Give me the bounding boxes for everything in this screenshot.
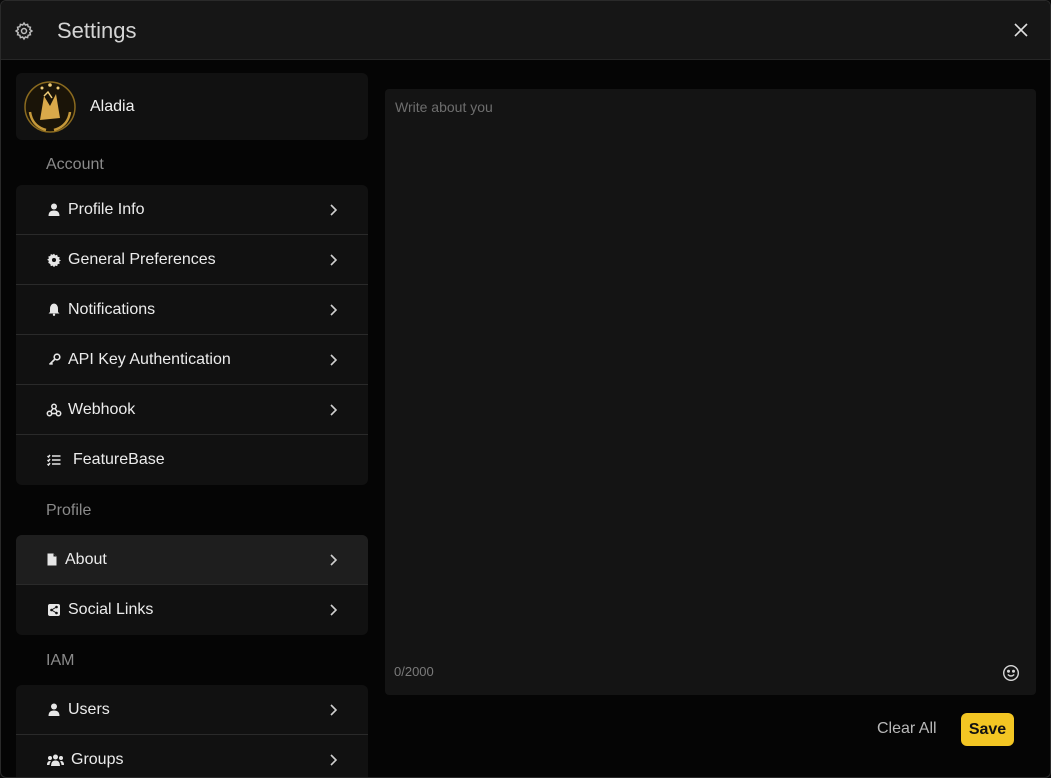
sidebar-item-api-key[interactable]: API Key Authentication (16, 335, 368, 385)
sidebar-item-label: Notifications (68, 300, 156, 318)
webhook-icon (46, 402, 62, 418)
page-title: Settings (57, 18, 137, 43)
sidebar-item-webhook[interactable]: Webhook (16, 385, 368, 435)
about-textarea[interactable] (385, 89, 1036, 649)
chevron-right-icon (330, 554, 338, 566)
section-label-account: Account (46, 156, 104, 173)
gear-icon (46, 252, 62, 268)
chevron-right-icon (330, 354, 338, 366)
profile-card[interactable]: Aladia (16, 73, 368, 140)
sidebar-item-label: Users (68, 700, 110, 718)
clear-all-button[interactable]: Clear All (871, 714, 943, 744)
save-button[interactable]: Save (961, 713, 1014, 746)
account-group: Profile Info General Preferences Notific… (16, 185, 368, 485)
share-icon (46, 602, 62, 618)
close-button[interactable] (1009, 18, 1033, 42)
emoji-icon[interactable] (1002, 664, 1020, 682)
sidebar-item-label: About (65, 550, 107, 568)
chevron-right-icon (330, 404, 338, 416)
sidebar-item-label: Webhook (68, 400, 136, 418)
avatar (24, 81, 76, 133)
sidebar-item-notifications[interactable]: Notifications (16, 285, 368, 335)
sidebar-item-about[interactable]: About (16, 535, 368, 585)
chevron-right-icon (330, 754, 338, 766)
about-editor: 0/2000 (385, 89, 1036, 695)
sidebar-item-featurebase[interactable]: FeatureBase (16, 435, 368, 485)
list-check-icon (46, 452, 62, 468)
sidebar-item-label: Groups (71, 751, 124, 768)
users-icon (46, 752, 64, 768)
chevron-right-icon (330, 704, 338, 716)
user-icon (46, 702, 62, 718)
profile-name: Aladia (90, 98, 135, 115)
sidebar-item-users[interactable]: Users (16, 685, 368, 735)
profile-group: About Social Links (16, 535, 368, 635)
chevron-right-icon (330, 604, 338, 616)
settings-sidebar: Aladia Account Profile Info General Pref… (16, 73, 368, 777)
sidebar-item-label: FeatureBase (73, 451, 165, 468)
sidebar-item-groups[interactable]: Groups (16, 735, 368, 777)
character-counter: 0/2000 (394, 664, 434, 679)
settings-window: Settings Aladia Account Profile Info Gen… (0, 0, 1051, 778)
bell-icon (46, 302, 62, 318)
sidebar-item-label: Social Links (68, 601, 154, 618)
sidebar-item-label: Profile Info (68, 200, 145, 218)
sidebar-item-profile-info[interactable]: Profile Info (16, 185, 368, 235)
title-bar: Settings (1, 1, 1050, 60)
file-icon (46, 552, 58, 568)
chevron-right-icon (330, 304, 338, 316)
section-label-profile: Profile (46, 502, 92, 519)
close-icon (1014, 23, 1028, 37)
chevron-right-icon (330, 254, 338, 266)
user-icon (46, 202, 62, 218)
key-icon (46, 352, 62, 368)
sidebar-item-label: General Preferences (68, 250, 216, 268)
section-label-iam: IAM (46, 652, 75, 669)
chevron-right-icon (330, 204, 338, 216)
sidebar-item-social-links[interactable]: Social Links (16, 585, 368, 635)
iam-group: Users Groups (16, 685, 368, 777)
sidebar-item-general-preferences[interactable]: General Preferences (16, 235, 368, 285)
gear-icon (14, 21, 34, 41)
sidebar-item-label: API Key Authentication (68, 350, 231, 368)
